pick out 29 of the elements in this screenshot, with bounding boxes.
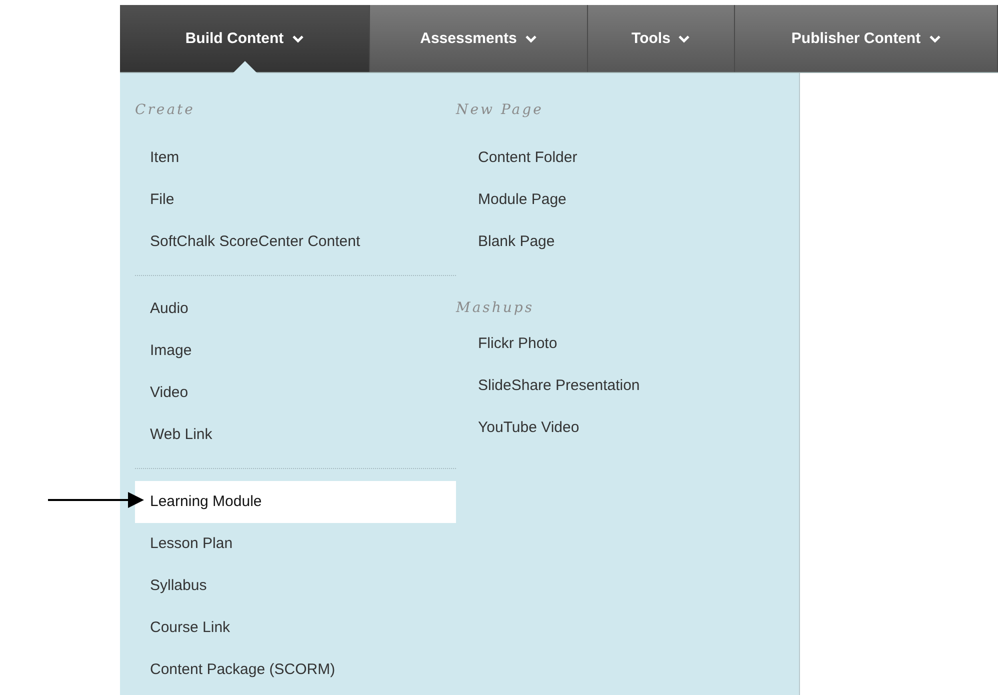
menu-item[interactable]: Lesson Plan	[135, 523, 456, 565]
menu-item[interactable]: Course Link	[135, 607, 456, 649]
menu-tab[interactable]: Build Content	[120, 5, 370, 72]
menu-item[interactable]: Content Package (SCORM)	[135, 649, 456, 691]
chevron-down-icon	[524, 34, 537, 42]
menu-tab[interactable]: Publisher Content	[735, 5, 998, 72]
chevron-down-icon	[678, 34, 690, 42]
menu-item[interactable]: Content Folder	[456, 137, 796, 179]
menu-item[interactable]: SlideShare Presentation	[456, 365, 796, 407]
chevron-down-icon	[292, 34, 304, 42]
menu-item[interactable]: File	[135, 179, 456, 221]
menu-item[interactable]: Module Page	[456, 179, 796, 221]
menu-item[interactable]: Image	[135, 330, 456, 372]
menu-item[interactable]: SoftChalk ScoreCenter Content	[135, 221, 456, 263]
menu-tab[interactable]: Assessments	[370, 5, 588, 72]
menu-item[interactable]: Web Link	[135, 414, 456, 456]
section-heading: Mashups	[456, 299, 536, 318]
menu-tab[interactable]: Tools	[588, 5, 735, 72]
menu-item[interactable]: YouTube Video	[456, 407, 796, 449]
menu-item[interactable]: Audio	[135, 288, 456, 330]
section-heading: Create	[135, 101, 196, 120]
menu-item[interactable]: Item	[135, 137, 456, 179]
menu-item[interactable]: Syllabus	[135, 565, 456, 607]
menu-item[interactable]: Blank Page	[456, 221, 796, 263]
menu-item[interactable]: Video	[135, 372, 456, 414]
menu-item[interactable]: Flickr Photo	[456, 323, 796, 365]
section-heading: New Page	[456, 101, 544, 120]
menu-item[interactable]: Learning Module	[135, 481, 456, 523]
chevron-down-icon	[928, 34, 941, 42]
